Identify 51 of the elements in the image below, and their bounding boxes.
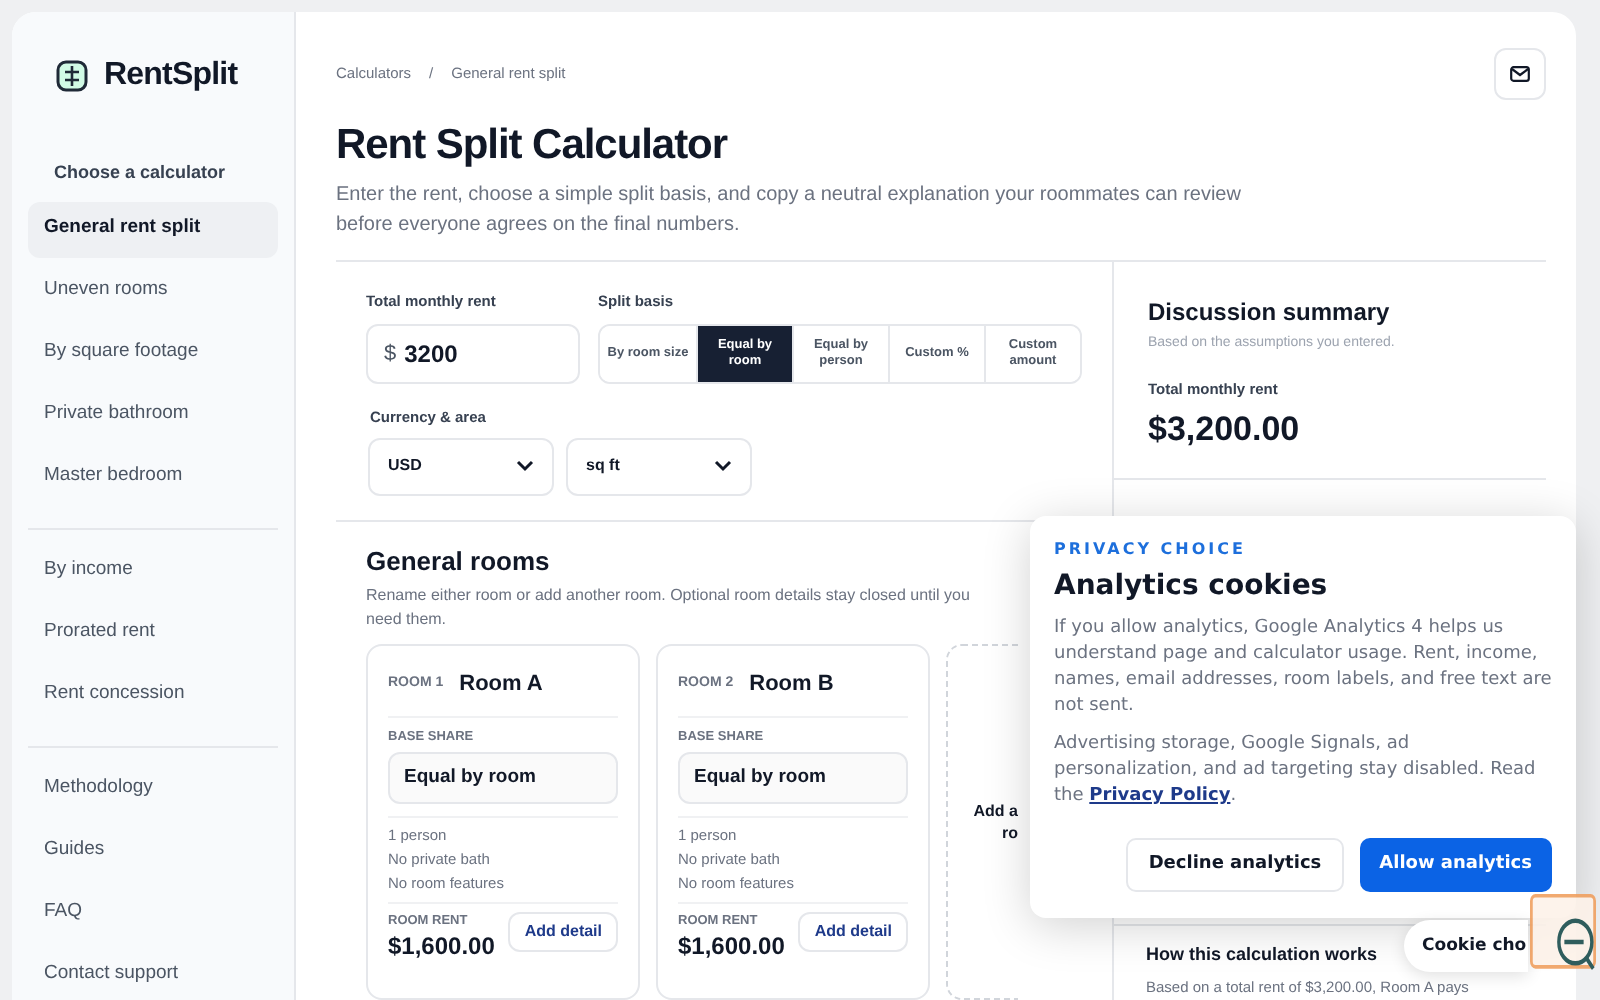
sidebar-item[interactable]: Rent concession [28,667,278,723]
page-title: Rent Split Calculator [336,120,730,172]
base-share-select[interactable]: Equal by room [388,752,618,805]
sidebar-item[interactable]: By income [28,543,278,599]
room-name[interactable]: Room A [459,668,543,701]
sidebar-item[interactable]: General rent split [28,201,278,257]
chevron-down-icon [714,460,732,472]
add-room-text: ro [1002,822,1018,844]
sidebar-item[interactable]: By square footage [28,325,278,381]
privacy-policy-link[interactable]: Privacy Policy [1089,786,1231,806]
page-subtitle: Enter the rent, choose a simple split basis, and copy a neutral explanation your roommates can review before everyone agrees on the final numbers. [336,182,1243,240]
currency-symbol: $ [384,340,397,370]
room-rent: $1,600.00 [388,932,495,960]
base-share-select[interactable]: Equal by room [678,752,908,805]
sidebar-item[interactable]: Contact support [28,947,278,1000]
cookie-choices-button[interactable]: Cookie cho [1404,920,1528,972]
section-title: General rooms [366,543,550,579]
rent-value: 3200 [404,338,458,373]
dialog-title: Analytics cookies [1054,568,1330,606]
rent-input[interactable]: $ 3200 [366,324,580,385]
sidebar-item[interactable]: Methodology [28,761,278,817]
allow-button[interactable]: Allow analytics [1359,838,1552,892]
add-detail-button[interactable]: Add detail [508,912,618,953]
sidebar-item[interactable]: Uneven rooms [28,263,278,319]
unit-select[interactable]: sq ft [566,437,752,495]
total-amount: $3,200.00 [1148,407,1302,452]
dialog-eyebrow: PRIVACY CHOICE [1054,538,1248,562]
sidebar-item[interactable]: Master bedroom [28,449,278,505]
room-name[interactable]: Room B [749,668,834,701]
dialog-text: Advertising storage, Google Signals, ad personalization, and ad targeting stay disabled. Read the Privacy Policy. [1054,732,1538,810]
dialog-text: If you allow analytics, Google Analytics 4 helps us understand page and calculator usage. Rent, income, names, email addresses, room labels, and free text are not sent. [1054,616,1552,720]
sidebar-item[interactable]: Private bathroom [28,387,278,443]
widget-magnifier-icon [1530,894,1596,974]
add-detail-button[interactable]: Add detail [798,912,908,953]
mail-button[interactable] [1494,48,1546,100]
sidebar-item[interactable]: Guides [28,823,278,879]
add-room-card[interactable]: Add a ro [946,644,1018,1000]
add-room-text: Add a [973,800,1018,822]
how-title: How this calculation works [1146,942,1378,969]
logo-icon [56,60,88,92]
mail-icon [1510,66,1530,82]
decline-button[interactable]: Decline analytics [1126,838,1344,892]
room-rent: $1,600.00 [678,932,785,960]
section-description: Rename either room or add another room. Optional room details stay closed until you need them. [366,584,972,632]
brand-name: RentSplit [104,56,238,96]
currency-select[interactable]: USD [368,437,554,495]
chevron-down-icon [516,460,534,472]
sidebar-item[interactable]: Prorated rent [28,605,278,661]
sidebar-item[interactable]: FAQ [28,885,278,941]
summary-title: Discussion summary [1148,296,1392,330]
sidebar-heading: Choose a calculator [52,160,228,186]
